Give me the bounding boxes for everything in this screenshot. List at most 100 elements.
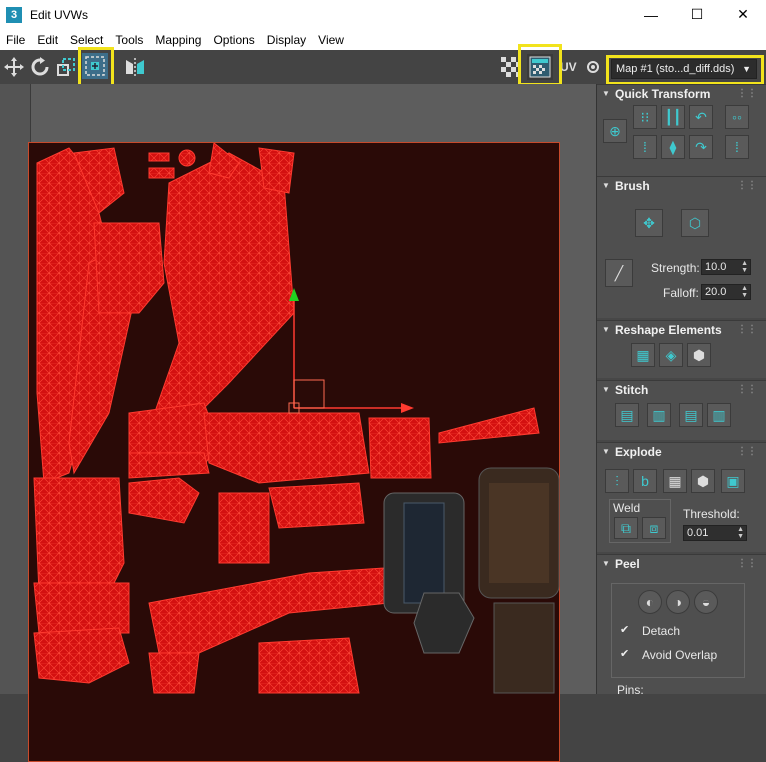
avoid-overlap-checkbox[interactable]: ✔ [620,648,632,660]
stitch-source-icon[interactable]: ▥ [647,403,671,427]
strength-spinner[interactable]: 10.0 ▲ ▼ [701,259,751,275]
rotate-cw-icon[interactable]: ↷ [689,135,713,159]
peel-mode-icon[interactable]: ◑ [666,590,690,614]
menu-display[interactable]: Display [261,33,312,47]
relax-brush-icon[interactable]: ⬡ [681,209,709,237]
threshold-value: 0.01 [687,527,709,539]
break-icon[interactable]: ⫶ [605,469,629,493]
minimize-button[interactable]: — [628,0,674,29]
title-bar: 3 Edit UVWs — ☐ ✕ [0,0,766,29]
highlight-box-1 [606,55,764,85]
collapse-arrow-icon: ▼ [602,385,610,394]
scale-icon[interactable] [53,54,79,80]
highlight-box-3 [78,47,114,89]
stitch-target-icon[interactable]: ▤ [615,403,639,427]
texture-preview [383,467,560,694]
falloff-value: 20.0 [705,286,727,298]
flatten-icon[interactable]: ▣ [721,469,745,493]
menu-view[interactable]: View [312,33,350,47]
reset-peel-icon[interactable]: ◒ [694,590,718,614]
avoid-overlap-label: Avoid Overlap [642,648,718,662]
brush-header[interactable]: ▼ Brush ⋮⋮ [597,177,766,195]
menu-mapping[interactable]: Mapping [149,33,207,47]
spinner-arrows-icon: ▲ ▼ [737,526,744,540]
app-icon: 3 [6,6,22,23]
grip-icon: ⋮⋮ [737,180,757,191]
align-vertical-icon[interactable]: ⁞ [633,135,657,159]
close-button[interactable]: ✕ [720,0,766,29]
space-vertical-icon[interactable]: ⧫ [661,135,685,159]
mirror-icon[interactable] [122,54,148,80]
uv-wireframe [33,142,560,694]
grip-icon: ⋮⋮ [737,384,757,395]
grip-icon: ⋮⋮ [737,558,757,569]
menu-edit[interactable]: Edit [31,33,64,47]
menu-options[interactable]: Options [207,33,260,47]
falloff-label: Falloff: [663,286,699,300]
align-vertical-edge-icon[interactable]: ⁞ [725,135,749,159]
menu-file[interactable]: File [0,33,31,47]
spinner-arrows-icon: ▲ ▼ [741,285,748,299]
brush-shape-icon[interactable]: ╱ [605,259,633,287]
menu-bar: File Edit Select Tools Mapping Options D… [0,29,766,50]
rotate-icon[interactable] [27,54,53,80]
highlight-box-2 [518,44,562,86]
grip-icon: ⋮⋮ [737,446,757,457]
align-horizontal-icon[interactable]: ⁝⁝ [633,105,657,129]
quick-transform-section: ▼ Quick Transform ⋮⋮ ⊕ ⁝⁝ ┃┃ ↶ ◦◦ ⁞ ⧫ ↷ … [597,84,766,176]
collapse-arrow-icon: ▼ [602,559,610,568]
weld-target-icon[interactable]: ⧈ [642,517,666,539]
stitch-section: ▼ Stitch ⋮⋮ ▤ ▥ ▤ ▥ [597,380,766,440]
falloff-spinner[interactable]: 20.0 ▲ ▼ [701,284,751,300]
detach-label: Detach [642,624,681,638]
straighten-icon[interactable]: ▦ [631,343,655,367]
uv-texture-square[interactable] [28,142,560,762]
detach-edge-icon[interactable]: b [633,469,657,493]
weld-label: Weld [613,501,641,515]
menu-tools[interactable]: Tools [109,33,149,47]
explode-smoothing-icon[interactable]: ⬢ [691,469,715,493]
stitch-custom-icon[interactable]: ▥ [707,403,731,427]
quick-peel-icon[interactable]: ◐ [638,590,662,614]
reshape-title: Reshape Elements [615,323,722,337]
explode-section: ▼ Explode ⋮⋮ ⫶ b ▦ ⬢ ▣ Weld ⧉ ⧈ Threshol… [597,442,766,552]
align-center-icon[interactable]: ⊕ [603,119,627,143]
peel-title: Peel [615,557,640,571]
reshape-header[interactable]: ▼ Reshape Elements ⋮⋮ [597,321,766,339]
align-edge-icon[interactable]: ◦◦ [725,105,749,129]
explode-faces-icon[interactable]: ▦ [663,469,687,493]
maximize-button[interactable]: ☐ [674,0,720,29]
rotate-ccw-icon[interactable]: ↶ [689,105,713,129]
menu-select[interactable]: Select [64,33,109,47]
paint-move-icon[interactable]: ✥ [635,209,663,237]
peel-header[interactable]: ▼ Peel ⋮⋮ [597,555,766,573]
window-title: Edit UVWs [30,7,89,22]
grip-icon: ⋮⋮ [737,324,757,335]
relax-icon[interactable]: ◈ [659,343,683,367]
move-icon[interactable] [1,54,27,80]
uv-viewport[interactable] [0,84,596,762]
stitch-header[interactable]: ▼ Stitch ⋮⋮ [597,381,766,399]
strength-label: Strength: [651,261,700,275]
weld-selected-icon[interactable]: ⧉ [614,517,638,539]
uv-label: UV [560,60,577,74]
pins-label: Pins: [617,683,644,697]
collapse-arrow-icon: ▼ [602,181,610,190]
grip-icon: ⋮⋮ [737,88,757,99]
quick-transform-header[interactable]: ▼ Quick Transform ⋮⋮ [597,85,766,103]
detach-checkbox[interactable]: ✔ [620,624,632,636]
space-horizontal-icon[interactable]: ┃┃ [661,105,685,129]
rectangle-icon[interactable]: ⬢ [687,343,711,367]
explode-header[interactable]: ▼ Explode ⋮⋮ [597,443,766,461]
explode-title: Explode [615,445,662,459]
peel-section: ▼ Peel ⋮⋮ ◐ ◑ ◒ ✔ Detach ✔ Avoid Overlap… [597,554,766,697]
tool-panel: ▼ Quick Transform ⋮⋮ ⊕ ⁝⁝ ┃┃ ↶ ◦◦ ⁞ ⧫ ↷ … [596,84,766,697]
settings-icon[interactable] [583,54,603,80]
transform-gizmo[interactable] [288,288,414,414]
threshold-spinner[interactable]: 0.01 ▲ ▼ [683,525,747,541]
brush-title: Brush [615,179,650,193]
spinner-arrows-icon: ▲ ▼ [741,260,748,274]
quick-transform-title: Quick Transform [615,87,711,101]
stitch-title: Stitch [615,383,649,397]
stitch-average-icon[interactable]: ▤ [679,403,703,427]
